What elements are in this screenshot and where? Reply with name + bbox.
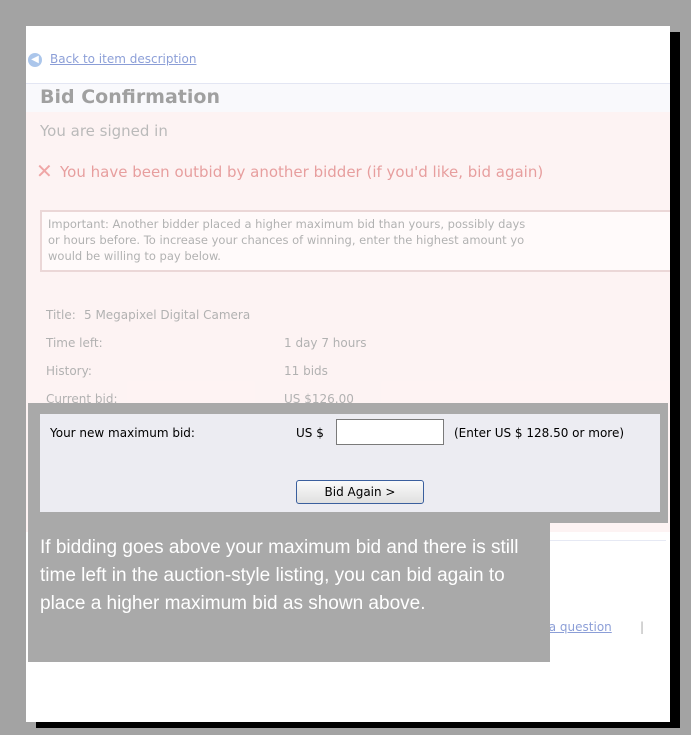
back-to-item-link[interactable]: Back to item description	[50, 52, 196, 66]
time-left-label: Time left:	[46, 336, 103, 350]
new-max-bid-label: Your new maximum bid:	[50, 426, 195, 440]
back-arrow-icon[interactable]: ◀	[28, 53, 42, 67]
outbid-message: You have been outbid by another bidder (…	[60, 163, 544, 181]
signed-in-status: You are signed in	[40, 122, 168, 140]
footer-divider	[546, 540, 666, 541]
callout-text: If bidding goes above your maximum bid a…	[40, 537, 519, 614]
footer-separator: |	[640, 620, 645, 634]
currency-label: US $	[296, 426, 324, 440]
time-left-value: 1 day 7 hours	[284, 336, 367, 350]
ask-question-link[interactable]: r a question	[540, 620, 612, 634]
minimum-bid-hint: (Enter US $ 128.50 or more)	[454, 426, 625, 440]
error-x-icon: ✕	[36, 159, 53, 183]
item-title-value: 5 Megapixel Digital Camera	[84, 308, 251, 322]
history-value[interactable]: 11 bids	[284, 364, 328, 378]
bid-again-button[interactable]: Bid Again >	[296, 480, 424, 504]
page-title: Bid Confirmation	[40, 86, 220, 108]
important-notice-text: Important: Another bidder placed a highe…	[48, 217, 526, 263]
history-label: History:	[46, 364, 92, 378]
max-bid-input[interactable]	[336, 419, 444, 445]
item-title-label: Title:	[46, 308, 76, 322]
